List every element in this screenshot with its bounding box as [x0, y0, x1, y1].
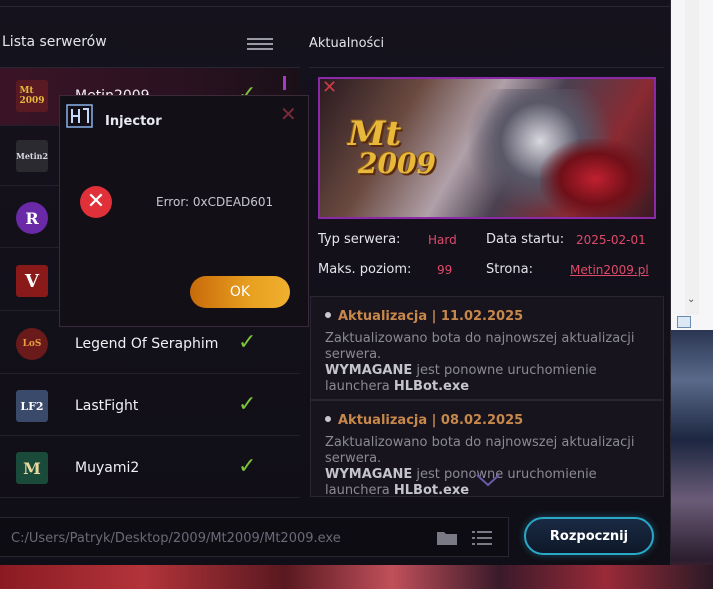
server-list-title: Lista serwerów	[2, 34, 107, 50]
news-post-title: Aktualizacja | 08.02.2025	[325, 413, 523, 428]
server-name: Legend Of Seraphim	[75, 336, 219, 352]
server-logo-icon: LF2	[16, 390, 48, 422]
window-thumbnail-icon[interactable]	[677, 316, 691, 328]
news-post-title: Aktualizacja | 11.02.2025	[325, 309, 523, 324]
ok-button[interactable]: OK	[190, 276, 290, 308]
start-date-label: Data startu:	[486, 232, 565, 247]
browser-scrollbar[interactable]	[685, 0, 699, 315]
banner-logo: Mt 2009	[348, 114, 436, 180]
chevron-down-icon[interactable]	[475, 470, 501, 490]
injector-logo-icon	[66, 104, 93, 128]
news-post-text: Zaktualizowano bota do najnowszej aktual…	[325, 331, 635, 394]
list-icon[interactable]	[472, 530, 492, 546]
dialog-title: Injector	[105, 114, 162, 129]
hamburger-menu-icon[interactable]	[247, 38, 273, 50]
check-icon: ✓	[238, 454, 257, 479]
launcher-window: Lista serwerów Mt2009 Metin2009 ✓ Metin2…	[0, 0, 671, 565]
error-icon: ✕	[80, 186, 112, 218]
top-divider	[0, 6, 671, 7]
start-button[interactable]: Rozpocznij	[524, 517, 654, 555]
banner-effect	[540, 139, 650, 217]
server-name: Muyami2	[75, 460, 140, 476]
close-icon[interactable]: ✕	[280, 102, 297, 126]
server-list-header: Lista serwerów	[0, 30, 300, 66]
news-title: Aktualności	[309, 36, 385, 51]
check-icon: ✓	[238, 330, 257, 355]
check-icon: ✓	[238, 392, 257, 417]
server-name: LastFight	[75, 398, 139, 414]
news-divider	[309, 67, 664, 68]
news-post: Aktualizacja | 11.02.2025 Zaktualizowano…	[310, 296, 664, 400]
desktop-wallpaper: ⌄	[671, 0, 713, 589]
game-path-text: C:/Users/Patryk/Desktop/2009/Mt2009/Mt20…	[11, 531, 341, 546]
server-logo-icon: V	[16, 265, 48, 297]
server-logo-icon: R	[16, 202, 48, 234]
error-message: Error: 0xCDEAD601	[156, 195, 274, 209]
active-indicator	[283, 76, 286, 90]
game-path-input[interactable]: C:/Users/Patryk/Desktop/2009/Mt2009/Mt20…	[0, 517, 509, 557]
server-row-muyami2[interactable]: M Muyami2 ✓	[0, 440, 300, 498]
server-banner: Mt 2009 ✕	[318, 77, 656, 219]
max-level-value: 99	[437, 263, 453, 277]
scroll-down-arrow-icon[interactable]: ⌄	[687, 294, 695, 305]
max-level-label: Maks. poziom:	[318, 262, 412, 277]
desktop-wallpaper-bottom	[0, 565, 713, 589]
server-type-label: Typ serwera:	[318, 232, 401, 247]
server-logo-icon: Metin2	[16, 140, 48, 172]
server-type-value: Hard	[428, 233, 457, 247]
server-row-lastfight[interactable]: LF2 LastFight ✓	[0, 378, 300, 436]
close-icon[interactable]: ✕	[322, 79, 337, 98]
injector-dialog: Injector ✕ ✕ Error: 0xCDEAD601 OK	[59, 95, 309, 327]
site-label: Strona:	[486, 262, 533, 277]
server-logo-icon: M	[16, 452, 48, 484]
server-logo-icon: Mt 2009	[16, 80, 48, 112]
folder-icon[interactable]	[437, 531, 457, 545]
site-link[interactable]: Metin2009.pl	[570, 263, 649, 277]
server-logo-icon: LoS	[16, 328, 48, 360]
start-date-value: 2025-02-01	[576, 233, 646, 247]
